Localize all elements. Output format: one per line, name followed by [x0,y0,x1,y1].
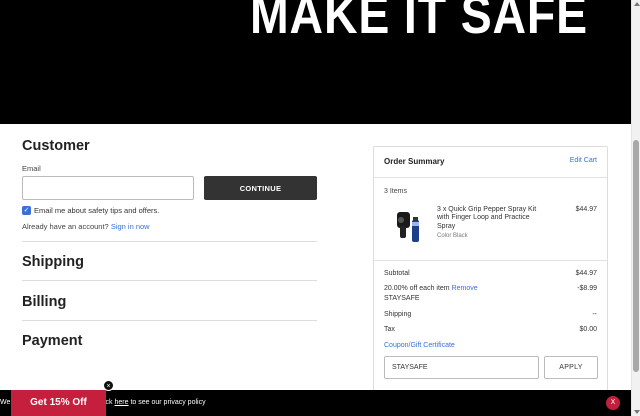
account-prompt: Already have an account? [22,222,109,231]
coupon-link[interactable]: Coupon/Gift Certificate [384,342,455,349]
payment-heading[interactable]: Payment [22,333,82,349]
billing-heading[interactable]: Billing [22,294,66,310]
hero-banner: MAKE IT SAFE [0,0,631,124]
continue-button[interactable]: CONTINUE [204,176,317,200]
subtotal-label: Subtotal [384,270,410,277]
discount-code: STAYSAFE [384,295,420,302]
product-price: $44.97 [575,206,597,213]
scroll-thumb[interactable] [633,140,639,372]
remove-discount-link[interactable]: Remove [452,285,478,292]
shipping-value: -- [592,311,597,318]
promo-button[interactable]: Get 15% Off [11,390,106,416]
product-image [397,212,419,242]
optin-checkbox[interactable]: ✓ [22,206,31,215]
email-field[interactable] [22,176,194,200]
cookie-text-start: We [0,399,11,406]
product-name: 3 x Quick Grip Pepper Spray Kit with Fin… [437,206,537,230]
customer-heading: Customer [22,138,90,154]
order-summary-title: Order Summary [384,157,445,166]
cookie-text-end: to see our privacy policy [130,399,206,406]
discount-row: 20.00% off each item Remove [384,285,478,292]
edit-cart-link[interactable]: Edit Cart [570,157,597,164]
shipping-label: Shipping [384,311,412,318]
page-scrollbar[interactable] [631,0,640,416]
discount-value: -$8.99 [577,285,597,292]
scroll-down-icon[interactable] [634,410,640,414]
email-label: Email [22,164,41,173]
order-summary: Order Summary Edit Cart 3 Items 3 x Quic… [373,146,608,394]
hero-title: MAKE IT SAFE [250,0,588,45]
signin-link[interactable]: Sign in now [111,222,150,231]
divider [22,320,317,321]
subtotal-value: $44.97 [575,270,597,277]
cookie-close-button[interactable]: X [606,396,620,410]
coupon-input[interactable] [384,356,539,379]
cookie-text-rest: ick here to see our privacy policy [104,399,206,406]
discount-label: 20.00% off each item [384,285,450,292]
divider [22,241,317,242]
divider [374,260,607,261]
signin-row: Already have an account? Sign in now [22,222,150,231]
product-color: Color Black [437,233,468,239]
tax-label: Tax [384,326,395,333]
tax-value: $0.00 [579,326,597,333]
divider [374,177,607,178]
privacy-link[interactable]: here [115,399,129,406]
apply-button[interactable]: APPLY [544,356,598,379]
shipping-heading[interactable]: Shipping [22,254,84,270]
divider [22,280,317,281]
promo-close-icon[interactable]: × [103,380,114,391]
optin-label[interactable]: Email me about safety tips and offers. [34,206,159,215]
items-count: 3 Items [384,188,407,195]
scroll-up-icon[interactable] [634,2,640,6]
